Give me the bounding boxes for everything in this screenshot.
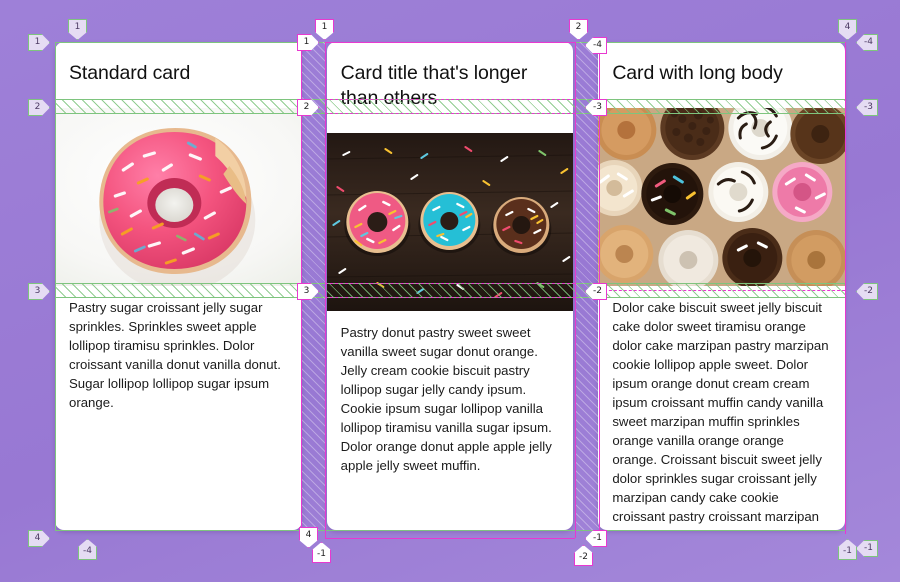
grid-line-marker-outer-left-0: 1 [28, 34, 50, 51]
grid-line-marker-inner-top-1: 2 [569, 19, 588, 40]
grid-line-marker-outer-bottom-1: -1 [838, 539, 857, 560]
grid-line-marker-outer-right-0: -4 [856, 34, 878, 51]
card-image-donuts-dark-table [326, 132, 574, 311]
card-image-donut-pink [55, 107, 302, 286]
card-body: Pastry sugar croissant jelly sugar sprin… [69, 299, 281, 410]
card-title: Card title that's longer than others [340, 62, 528, 109]
three-donuts-illustration [326, 132, 574, 311]
card-body: Pastry donut pastry sweet sweet vanilla … [340, 324, 552, 473]
card-standard[interactable]: Standard card Pastry sugar croissant jel… [55, 42, 302, 530]
assorted-donuts-illustration [598, 107, 845, 286]
grid-line-marker-inner-left-6: -1 [585, 530, 607, 547]
grid-line-marker-outer-top-0: 1 [68, 19, 87, 40]
pink-donut-illustration [55, 107, 302, 286]
grid-line-marker-outer-right-2: -2 [856, 283, 878, 300]
grid-line-marker-outer-right-3: -1 [856, 540, 878, 557]
inner-grid-line-card3-right [845, 42, 846, 534]
card-body: Dolor cake biscuit sweet jelly biscuit c… [612, 299, 829, 530]
card-long-title[interactable]: Card title that's longer than others Pas… [326, 42, 574, 530]
grid-line-marker-inner-top-2: 4 [299, 527, 318, 548]
grid-line-marker-outer-left-3: 4 [28, 530, 50, 547]
outer-grid-line-row-4 [55, 530, 845, 531]
grid-line-marker-outer-left-1: 2 [28, 99, 50, 116]
grid-line-marker-outer-right-1: -3 [856, 99, 878, 116]
card-title: Standard card [69, 62, 191, 84]
card-title: Card with long body [612, 62, 783, 84]
grid-line-marker-outer-top-1: 4 [838, 19, 857, 40]
grid-line-marker-outer-bottom-0: -4 [78, 539, 97, 560]
outer-grid-line-col-4 [845, 42, 846, 530]
card-image-assorted-donuts [598, 107, 845, 286]
card-grid-container: Standard card Pastry sugar croissant jel… [55, 42, 845, 530]
page-canvas: Standard card Pastry sugar croissant jel… [0, 0, 900, 582]
grid-line-marker-inner-bottom-1: -2 [574, 545, 593, 566]
grid-line-marker-outer-left-2: 3 [28, 283, 50, 300]
card-long-body[interactable]: Card with long body Dolor cake biscuit s… [598, 42, 845, 530]
inner-grid-line-card2-bottom [325, 538, 575, 539]
grid-line-marker-inner-bottom-0: -1 [312, 542, 331, 563]
grid-line-marker-inner-top-0: 1 [315, 19, 334, 40]
